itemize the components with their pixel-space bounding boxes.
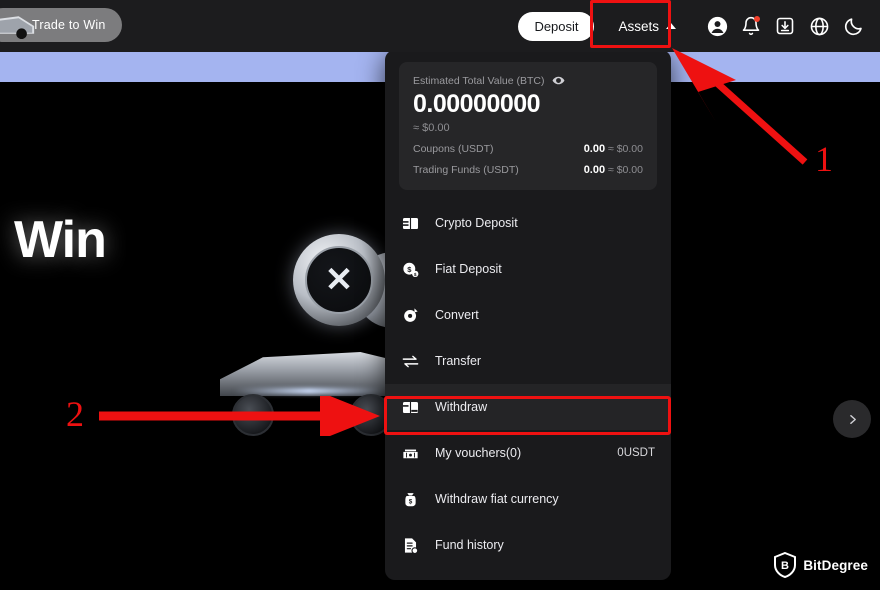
transfer-icon (402, 355, 419, 367)
bitdegree-watermark: B BitDegree (774, 552, 868, 578)
menu-item-label: Withdraw fiat currency (435, 492, 559, 506)
menu-item-label: Convert (435, 308, 479, 322)
trading-funds-amount: 0.00 (583, 164, 606, 176)
voucher-icon-wrap (401, 444, 427, 463)
menu-item-label: Withdraw (435, 400, 488, 414)
voucher-icon (403, 449, 418, 458)
account-icon (707, 16, 727, 36)
trade-to-win-label: Trade to Win (32, 18, 106, 32)
balance-approx-usd: ≈ $0.00 (413, 122, 450, 134)
menu-item-transfer[interactable]: Transfer (385, 338, 671, 384)
balance-label: Estimated Total Value (BTC) (413, 74, 545, 87)
chevron-right-icon (849, 414, 856, 424)
menu-item-my-vouchers[interactable]: My vouchers(0) 0USDT (385, 430, 671, 476)
menu-item-convert[interactable]: Convert (385, 292, 671, 338)
menu-item-label: Transfer (435, 354, 482, 368)
fiat-withdraw-icon: $ (405, 492, 416, 506)
download-app-icon (776, 17, 794, 35)
assets-label: Assets (618, 18, 659, 34)
coupons-label: Coupons (USDT) (413, 143, 494, 155)
fiat-withdraw-icon-wrap: $ (401, 490, 427, 509)
top-navigation-bar: Trade to Win Deposit Assets (0, 0, 880, 52)
trading-funds-value: 0.00 ≈ $0.00 (584, 164, 643, 176)
menu-item-fiat-deposit[interactable]: $ $ Fiat Deposit (385, 246, 671, 292)
bitdegree-watermark-text: BitDegree (803, 557, 868, 573)
carousel-next-button[interactable] (833, 400, 871, 438)
crypto-deposit-icon (402, 217, 419, 229)
convert-icon-wrap (401, 306, 427, 325)
balance-summary-card: Estimated Total Value (BTC) 0.00000000 ≈… (399, 62, 657, 190)
menu-item-fund-history[interactable]: Fund history (385, 522, 671, 568)
fund-history-icon-wrap (401, 536, 427, 555)
hero-title: Win (14, 211, 107, 269)
menu-item-withdraw[interactable]: Withdraw (385, 384, 671, 430)
convert-icon (404, 307, 418, 322)
account-icon-button[interactable] (700, 9, 734, 43)
fund-history-icon (404, 537, 419, 554)
svg-text:$: $ (409, 498, 413, 505)
notification-badge-dot (754, 16, 760, 22)
chevron-up-icon (666, 23, 676, 29)
menu-item-label: Fiat Deposit (435, 262, 502, 276)
transfer-icon-wrap (401, 352, 427, 371)
deposit-label: Deposit (534, 18, 579, 34)
fiat-deposit-icon: $$ (403, 262, 419, 278)
download-app-button[interactable] (768, 9, 802, 43)
menu-item-crypto-deposit[interactable]: Crypto Deposit (385, 200, 671, 246)
menu-item-label: Fund history (435, 538, 504, 552)
trade-to-win-button[interactable]: Trade to Win (0, 8, 122, 42)
deposit-button[interactable]: Deposit (518, 11, 595, 41)
xrp-coin-icon: ✕ (293, 234, 385, 326)
svg-text:$: $ (414, 272, 417, 278)
exchange-page: Win ✕ Trade to Win Deposit Assets Estima… (0, 0, 880, 590)
coupons-amount: 0.00 (583, 143, 606, 155)
notification-button[interactable] (734, 9, 768, 43)
trading-funds-row: Trading Funds (USDT) 0.00 ≈ $0.00 (413, 164, 643, 176)
coupons-value: 0.00 ≈ $0.00 (584, 143, 643, 155)
coupons-row: Coupons (USDT) 0.00 ≈ $0.00 (413, 143, 643, 155)
menu-item-label: My vouchers(0) (435, 446, 522, 460)
assets-menu-button[interactable]: Assets (608, 13, 686, 40)
withdraw-icon-wrap (401, 398, 427, 417)
eye-icon[interactable] (552, 74, 565, 87)
bitdegree-shield-logo-icon: B (774, 552, 797, 578)
assets-dropdown-panel: Estimated Total Value (BTC) 0.00000000 ≈… (385, 50, 671, 580)
language-button[interactable] (802, 9, 836, 43)
fiat-deposit-icon-wrap: $ $ (401, 260, 427, 279)
menu-item-label: Crypto Deposit (435, 216, 518, 230)
language-globe-icon (810, 17, 828, 35)
theme-toggle-moon-icon (844, 17, 862, 35)
trading-funds-label: Trading Funds (USDT) (413, 164, 519, 176)
menu-item-value: 0USDT (617, 447, 655, 459)
assets-menu-list: Crypto Deposit $ $ Fiat Deposit Convert Trans… (385, 200, 671, 568)
trading-funds-approx: ≈ $0.00 (608, 164, 643, 176)
balance-amount: 0.00000000 (413, 90, 541, 118)
theme-toggle-button[interactable] (836, 9, 870, 43)
svg-text:B: B (781, 560, 789, 572)
vehicle-icon (0, 16, 35, 40)
crypto-deposit-icon-wrap (401, 214, 427, 233)
coupons-approx: ≈ $0.00 (608, 143, 643, 155)
menu-item-withdraw-fiat[interactable]: $ Withdraw fiat currency (385, 476, 671, 522)
nav-actions: Deposit Assets (518, 0, 870, 52)
withdraw-icon (402, 401, 419, 413)
